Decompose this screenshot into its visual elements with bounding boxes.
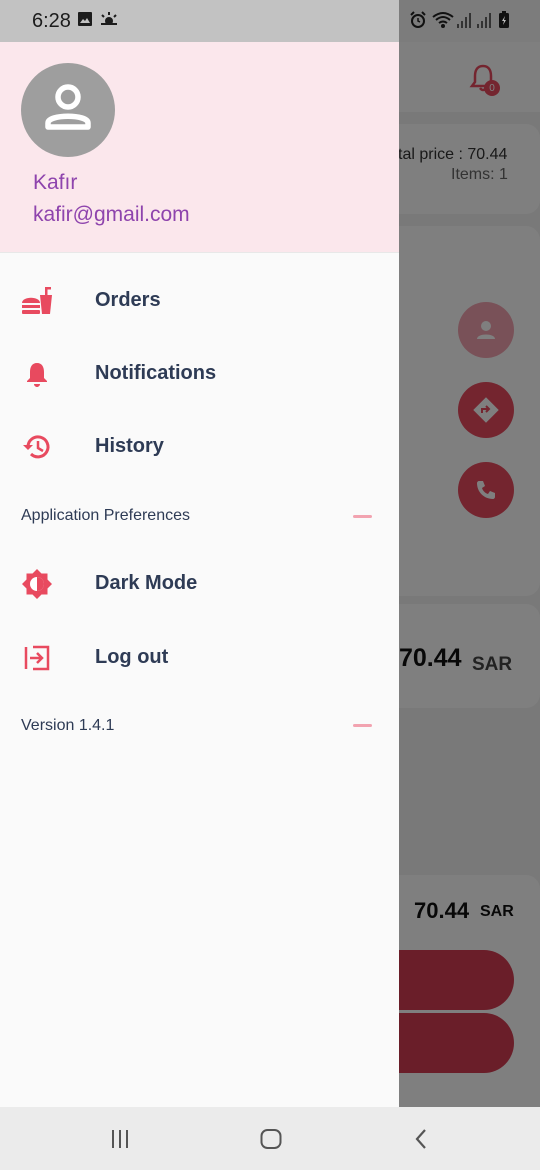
navigation-drawer: Kafır kafir@gmail.com Orders Notificatio… <box>0 42 399 1107</box>
menu-item-label: Notifications <box>95 362 217 384</box>
signal-icon <box>476 11 492 34</box>
home-icon[interactable] <box>251 1123 291 1155</box>
avatar[interactable] <box>21 63 115 157</box>
system-navigation-bar <box>0 1107 540 1170</box>
drawer-header: Kafır kafir@gmail.com <box>0 42 399 253</box>
user-email: kafir@gmail.com <box>33 203 190 226</box>
version-label: Version 1.4.1 <box>21 717 115 734</box>
back-icon[interactable] <box>402 1123 442 1155</box>
history-icon <box>21 431 53 463</box>
menu-item-label: Orders <box>95 289 161 311</box>
menu-item-label: Log out <box>95 646 169 668</box>
logout-icon <box>21 642 53 674</box>
alarm-icon <box>409 11 427 34</box>
preferences-section-title: Application Preferences <box>21 507 190 524</box>
menu-item-orders[interactable]: Orders <box>0 270 399 330</box>
menu-item-label: History <box>95 435 164 457</box>
status-bar: 6:28 <box>0 0 540 42</box>
menu-item-history[interactable]: History <box>0 416 399 476</box>
wifi-icon <box>432 11 454 34</box>
fast-food-icon <box>21 285 53 317</box>
collapse-icon[interactable] <box>353 515 372 518</box>
bell-icon <box>21 358 53 390</box>
user-name: Kafır <box>33 171 78 194</box>
image-icon <box>77 11 93 32</box>
status-time: 6:28 <box>32 10 71 32</box>
collapse-icon[interactable] <box>353 724 372 727</box>
brightness-icon <box>21 568 53 600</box>
menu-item-notifications[interactable]: Notifications <box>0 343 399 403</box>
weather-icon <box>99 11 119 32</box>
menu-item-logout[interactable]: Log out <box>0 627 399 687</box>
recents-icon[interactable] <box>100 1123 140 1155</box>
person-icon <box>36 76 100 145</box>
menu-item-dark-mode[interactable]: Dark Mode <box>0 553 399 613</box>
battery-charging-icon <box>498 11 510 34</box>
menu-item-label: Dark Mode <box>95 572 198 594</box>
signal-icon <box>456 11 472 34</box>
